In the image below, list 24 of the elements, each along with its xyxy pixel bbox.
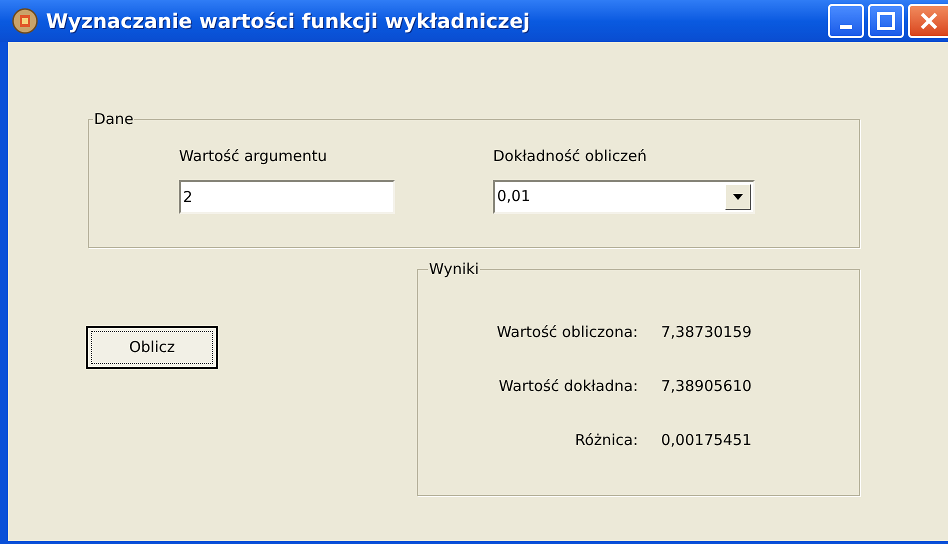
dropdown-arrow-button[interactable] <box>725 184 751 210</box>
result-value: 7,38730159 <box>661 322 753 342</box>
app-icon <box>12 8 38 34</box>
group-title: Dane <box>93 112 134 127</box>
dropdown-value: 0,01 <box>497 186 530 208</box>
minimize-button[interactable] <box>828 4 864 38</box>
argument-input-field[interactable]: 2 <box>179 180 395 214</box>
group-title: Wyniki <box>428 262 480 277</box>
result-value: 7,38905610 <box>661 376 753 396</box>
close-button[interactable] <box>908 4 948 38</box>
result-label: Wartość dokładna: <box>498 376 638 396</box>
result-label: Wartość obliczona: <box>496 322 638 342</box>
result-label: Różnica: <box>574 430 638 450</box>
window-title: Wyznaczanie wartości funkcji wykładniczej <box>46 8 530 35</box>
minimize-icon <box>840 25 852 29</box>
maximize-button[interactable] <box>868 4 904 38</box>
maximize-icon <box>877 12 895 30</box>
field-label: Dokładność obliczeń <box>493 146 648 167</box>
result-value: 0,00175451 <box>661 430 753 450</box>
close-icon <box>919 11 939 31</box>
precision-dropdown[interactable]: 0,01 <box>493 180 755 214</box>
caret-icon <box>733 194 743 200</box>
compute-button[interactable]: Oblicz <box>86 326 218 369</box>
field-label: Wartość argumentu <box>179 146 328 167</box>
